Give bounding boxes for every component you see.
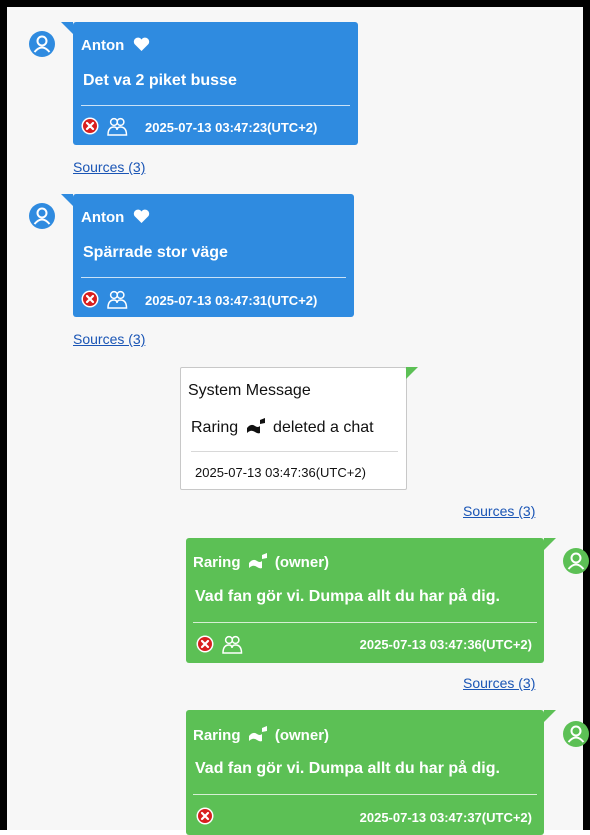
sender-name: Raring (owner) bbox=[193, 726, 330, 744]
heart-icon bbox=[133, 209, 149, 223]
timestamp: 2025-07-13 03:47:23(UTC+2) bbox=[145, 120, 318, 135]
message-text: Det va 2 piket busse bbox=[83, 72, 237, 89]
divider bbox=[193, 794, 537, 795]
sources-people-icon[interactable] bbox=[106, 115, 128, 137]
flag-icon bbox=[248, 553, 267, 569]
user-avatar-icon bbox=[563, 548, 589, 574]
message-text: Vad fan gör vi. Dumpa allt du har på dig… bbox=[195, 760, 500, 777]
message-text: Spärrade stor väge bbox=[83, 244, 228, 261]
message-bubble[interactable]: Anton Spärrade stor väge 2025-07-13 03:4… bbox=[61, 194, 354, 317]
owner-role: (owner) bbox=[274, 727, 330, 744]
flag-icon bbox=[246, 418, 265, 434]
system-action: deleted a chat bbox=[273, 419, 374, 436]
message-bubble[interactable]: Anton Det va 2 piket busse 2025-07-13 03… bbox=[61, 22, 358, 145]
user-avatar-icon bbox=[29, 203, 55, 229]
message-bubble[interactable]: Raring (owner) Vad fan gör vi. Dumpa all… bbox=[186, 710, 556, 835]
delete-icon[interactable] bbox=[196, 635, 214, 653]
timestamp: 2025-07-13 03:47:31(UTC+2) bbox=[145, 293, 318, 308]
delete-icon[interactable] bbox=[81, 117, 99, 135]
user-avatar-icon bbox=[563, 721, 589, 747]
system-message-title: System Message bbox=[188, 382, 311, 399]
delete-icon[interactable] bbox=[81, 290, 99, 308]
heart-icon bbox=[133, 37, 149, 51]
system-message-text: Raring deleted a chat bbox=[191, 418, 374, 437]
sources-link[interactable]: Sources (3) bbox=[73, 159, 145, 175]
sources-people-icon[interactable] bbox=[221, 633, 243, 655]
divider bbox=[81, 277, 346, 278]
owner-role: (owner) bbox=[274, 554, 330, 571]
divider bbox=[81, 105, 350, 106]
user-avatar-icon bbox=[29, 31, 55, 57]
sources-link[interactable]: Sources (3) bbox=[463, 675, 535, 691]
sources-people-icon[interactable] bbox=[106, 288, 128, 310]
sender-name: Raring (owner) bbox=[193, 553, 330, 571]
timestamp: 2025-07-13 03:47:37(UTC+2) bbox=[359, 810, 532, 825]
message-text: Vad fan gör vi. Dumpa allt du har på dig… bbox=[195, 588, 500, 605]
sender-name: Anton bbox=[81, 37, 150, 54]
bubble-tail bbox=[61, 22, 73, 34]
timestamp: 2025-07-13 03:47:36(UTC+2) bbox=[359, 637, 532, 652]
chat-panel: Anton Det va 2 piket busse 2025-07-13 03… bbox=[0, 0, 590, 835]
flag-icon bbox=[248, 726, 267, 742]
sender-name: Anton bbox=[81, 209, 150, 226]
bubble-tail bbox=[61, 194, 73, 206]
system-message-box: System Message Raring deleted a chat 202… bbox=[180, 367, 418, 490]
sources-link[interactable]: Sources (3) bbox=[463, 503, 535, 519]
timestamp: 2025-07-13 03:47:36(UTC+2) bbox=[195, 465, 366, 480]
message-bubble[interactable]: Raring (owner) Vad fan gör vi. Dumpa all… bbox=[186, 538, 556, 663]
bubble-tail bbox=[544, 710, 556, 722]
divider bbox=[193, 622, 537, 623]
delete-icon[interactable] bbox=[196, 807, 214, 825]
sources-link[interactable]: Sources (3) bbox=[73, 331, 145, 347]
actor-name: Raring bbox=[191, 419, 239, 436]
bubble-tail bbox=[544, 538, 556, 550]
divider bbox=[191, 451, 398, 452]
bubble-tail bbox=[406, 367, 418, 379]
